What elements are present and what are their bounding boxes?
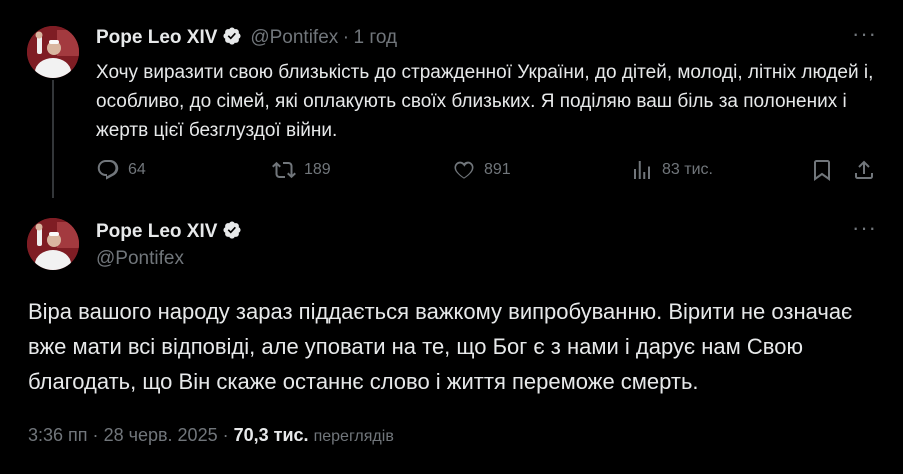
author-name[interactable]: Pope Leo XIV [96, 27, 217, 48]
views-count: 70,3 тис. [233, 425, 309, 445]
verified-badge-icon [222, 26, 242, 46]
like-button[interactable]: 891 [452, 158, 511, 182]
repost-icon [272, 161, 296, 179]
meta-separator: · [222, 425, 229, 445]
tweet-time[interactable]: 3:36 пп [28, 425, 88, 445]
reply-icon [97, 160, 119, 180]
views-label: переглядів [313, 428, 394, 445]
meta-separator: · [92, 425, 99, 445]
reply-count: 64 [128, 161, 146, 178]
header-separator: · [342, 27, 350, 48]
thread-line [52, 80, 54, 198]
share-button[interactable] [852, 158, 876, 182]
avatar-image [27, 26, 79, 78]
tweet-date[interactable]: 28 черв. 2025 [104, 425, 218, 445]
views-icon [634, 161, 650, 179]
tweet-actions: 64 189 891 83 тис. [96, 158, 876, 184]
avatar-image [27, 218, 79, 270]
tweet-text: Віра вашого народу зараз піддається важк… [28, 299, 853, 394]
tweet-text: Хочу виразити свою близькість до стражде… [96, 62, 874, 141]
share-icon [855, 160, 873, 179]
author-handle[interactable]: @Pontifex [250, 27, 338, 48]
views-button[interactable]: 83 тис. [630, 158, 713, 182]
tweet-header: Pope Leo XIV @Pontifex · 1 год [96, 26, 397, 49]
repost-count: 189 [304, 161, 331, 178]
verified-badge-icon [222, 220, 242, 240]
like-icon [454, 161, 474, 179]
avatar[interactable] [27, 218, 79, 270]
bookmark-icon [814, 160, 830, 181]
tweet-time[interactable]: 1 год [354, 27, 398, 48]
author-name[interactable]: Pope Leo XIV [96, 221, 217, 242]
tweet-meta: 3:36 пп · 28 черв. 2025 · 70,3 тис. пере… [28, 425, 394, 446]
avatar[interactable] [27, 26, 79, 78]
repost-button[interactable]: 189 [272, 158, 331, 182]
author-handle[interactable]: @Pontifex [96, 248, 184, 270]
more-options-icon[interactable]: ··· [852, 217, 876, 239]
more-options-icon[interactable]: ··· [852, 23, 876, 45]
bookmark-button[interactable] [810, 158, 834, 182]
reply-button[interactable]: 64 [96, 158, 146, 182]
like-count: 891 [484, 161, 511, 178]
views-count: 83 тис. [662, 161, 713, 178]
tweet-header: Pope Leo XIV [96, 220, 242, 243]
